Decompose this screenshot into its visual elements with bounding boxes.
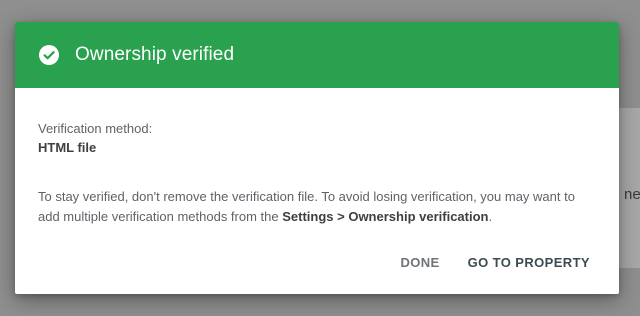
done-button[interactable]: DONE <box>400 255 439 270</box>
settings-path: Settings > Ownership verification <box>282 209 489 224</box>
dialog-header: Ownership verified <box>15 22 619 88</box>
go-to-property-button[interactable]: GO TO PROPERTY <box>468 255 590 270</box>
dialog-body: Verification method: HTML file To stay v… <box>15 88 619 227</box>
message-end: . <box>488 209 493 224</box>
verification-message: To stay verified, don't remove the verif… <box>38 187 596 227</box>
verification-method-value: HTML file <box>38 140 97 155</box>
background-text: ne <box>624 186 640 203</box>
dialog-actions: DONE GO TO PROPERTY <box>400 255 590 270</box>
dialog-title: Ownership verified <box>75 44 235 65</box>
check-circle-icon <box>39 45 59 65</box>
ownership-verified-dialog: Ownership verified Verification method: … <box>15 22 619 294</box>
verification-method-label: Verification method: <box>38 121 153 136</box>
